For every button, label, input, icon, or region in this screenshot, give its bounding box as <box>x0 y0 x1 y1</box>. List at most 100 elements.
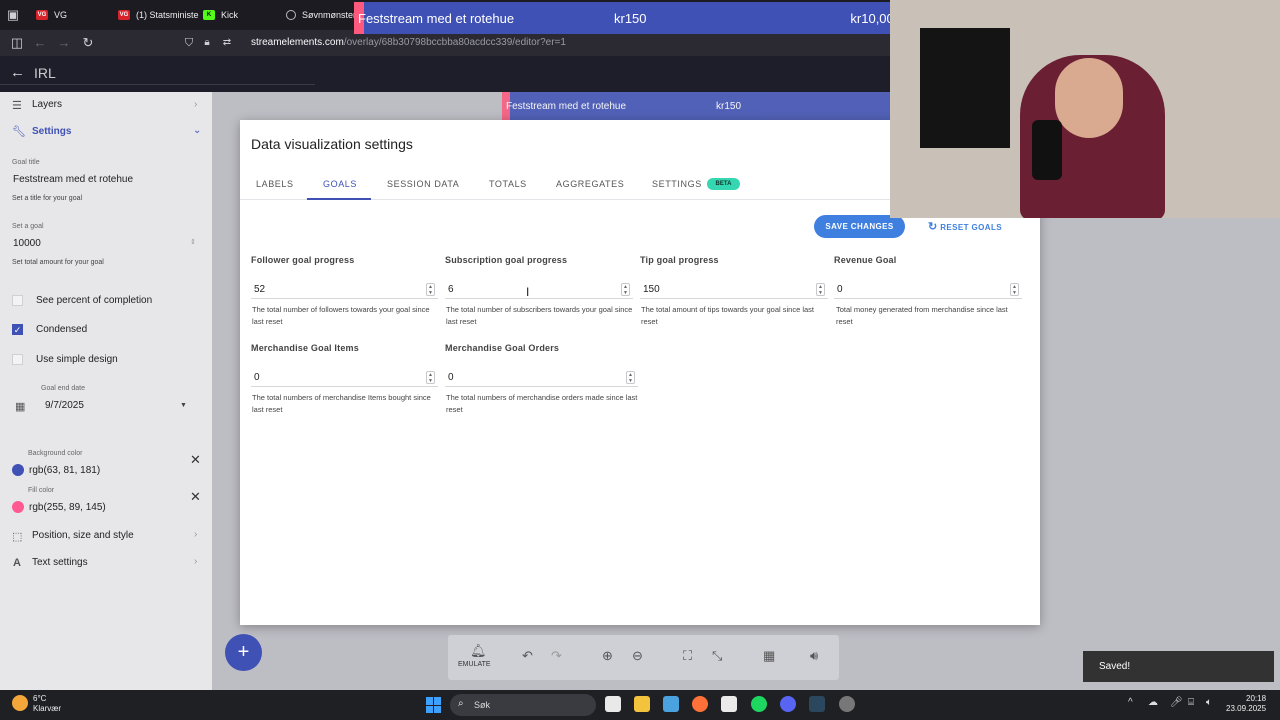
reset-icon: ↻ <box>928 221 938 233</box>
weather-icon[interactable] <box>12 695 28 711</box>
photos-icon[interactable] <box>663 696 679 712</box>
tray-overflow-icon[interactable]: ^ <box>1128 697 1133 708</box>
permissions-icon[interactable]: ⇄ <box>218 34 236 52</box>
undo-icon[interactable]: ↶ <box>522 648 533 664</box>
tab-totals[interactable]: TOTALS <box>489 179 527 189</box>
back-arrow-icon[interactable]: ← <box>31 34 49 52</box>
network-icon[interactable]: ⌸ <box>1188 697 1194 708</box>
speaker-icon[interactable]: 🔈︎ <box>1206 697 1212 708</box>
tab-goals[interactable]: GOALS <box>323 179 357 189</box>
subscription-goal-input[interactable]: 6 ▲ ▼ <box>445 281 633 299</box>
follower-goal-input[interactable]: 52 ▲ ▼ <box>251 281 438 299</box>
tip-goal-input[interactable]: 150 ▲ ▼ <box>640 281 828 299</box>
dialog-title: Data visualization settings <box>251 136 413 152</box>
save-changes-button[interactable]: SAVE CHANGES <box>814 215 905 238</box>
cloud-icon[interactable]: ☁ <box>1148 697 1158 708</box>
browser-tab[interactable]: Søvnmønster o <box>286 5 364 25</box>
clock-date: 23.09.2025 <box>1226 704 1267 713</box>
clear-bg-color-icon[interactable]: ✕ <box>190 452 201 468</box>
position-size-style-item[interactable]: Position, size and style <box>32 530 134 541</box>
app-icon[interactable] <box>839 696 855 712</box>
file-explorer-icon[interactable] <box>634 696 650 712</box>
fullscreen-icon[interactable]: ⛶ <box>683 648 692 664</box>
search-icon: ⌕ <box>458 698 464 709</box>
goal-title-input[interactable]: Feststream med et rotehue <box>13 174 133 185</box>
task-view-icon[interactable] <box>605 696 621 712</box>
search-placeholder: Søk <box>474 700 491 710</box>
tab-aggregates[interactable]: AGGREGATES <box>556 179 624 189</box>
firefox-icon[interactable] <box>692 696 708 712</box>
start-menu-icon[interactable] <box>426 697 442 713</box>
sidebar-toggle-icon[interactable]: ◫ <box>8 34 26 52</box>
volume-icon[interactable]: 🔊︎ <box>810 648 818 664</box>
browser-tab[interactable]: VG (1) Statsministe <box>118 5 199 25</box>
revenue-goal-input[interactable]: 0 ▲ ▼ <box>834 281 1022 299</box>
tab-labels[interactable]: LABELS <box>256 179 294 189</box>
system-clock[interactable]: 20:18 23.09.2025 <box>1226 694 1266 714</box>
simple-design-checkbox[interactable] <box>12 354 23 365</box>
canvas-goal-current: kr150 <box>716 101 742 112</box>
end-date-input[interactable]: 9/7/2025 <box>45 400 84 411</box>
microphone-icon[interactable]: 🎤︎ <box>1170 697 1183 708</box>
dropdown-arrow-icon[interactable]: ▼ <box>180 402 187 409</box>
layers-icon: ☰ <box>12 100 22 112</box>
tab-overview-icon[interactable]: ▣ <box>4 6 22 24</box>
chevron-right-icon: › <box>194 99 198 110</box>
fill-color-swatch[interactable] <box>12 501 24 513</box>
webcam-tv <box>920 28 1010 148</box>
spotify-icon[interactable] <box>751 696 767 712</box>
reload-icon[interactable]: ↻ <box>79 34 97 52</box>
percent-checkbox[interactable] <box>12 295 23 306</box>
bg-color-value[interactable]: rgb(63, 81, 181) <box>29 465 100 476</box>
merch-items-input[interactable]: 0 ▲ ▼ <box>251 369 438 387</box>
fit-screen-icon[interactable]: ⤡ <box>712 648 722 664</box>
chevron-right-icon: › <box>194 556 198 567</box>
settings-item[interactable]: Settings <box>32 126 71 137</box>
number-spinner-icon[interactable]: ▲ ▼ <box>816 283 825 296</box>
number-spinner-icon[interactable]: ▲ ▼ <box>426 371 435 384</box>
browser-tab[interactable]: K Kick <box>203 5 238 25</box>
redo-icon[interactable]: ↷ <box>551 648 562 664</box>
steam-icon[interactable] <box>809 696 825 712</box>
tab-session-data[interactable]: SESSION DATA <box>387 179 459 189</box>
goal-overlay-current: kr150 <box>614 11 647 26</box>
discord-icon[interactable] <box>780 696 796 712</box>
number-spinner-icon[interactable]: ▲ ▼ <box>1010 283 1019 296</box>
number-spinner-icon[interactable]: ▲ ▼ <box>626 371 635 384</box>
tab-settings[interactable]: SETTINGS <box>652 179 702 189</box>
add-widget-button[interactable]: + <box>225 634 262 671</box>
grid-icon[interactable]: ▦ <box>763 648 775 664</box>
browser-tab[interactable]: VG VG <box>36 5 67 25</box>
zoom-out-icon[interactable]: ⊖ <box>632 648 643 664</box>
canvas-goal-widget[interactable]: Feststream med et rotehue kr150 <box>502 92 892 120</box>
fill-color-value[interactable]: rgb(255, 89, 145) <box>29 502 106 513</box>
text-settings-item[interactable]: Text settings <box>32 557 88 568</box>
chevron-down-icon[interactable]: ⌄ <box>193 125 201 136</box>
shield-icon[interactable]: ⛉ <box>180 34 198 52</box>
merch-items-help: The total numbers of merchandise Items b… <box>252 393 431 414</box>
lock-icon[interactable]: 🔒︎ <box>198 34 216 52</box>
bg-color-swatch[interactable] <box>12 464 24 476</box>
merch-orders-input[interactable]: 0 ▲ ▼ <box>445 369 638 387</box>
back-arrow-icon[interactable]: ← <box>10 64 25 81</box>
vg-logo-icon: VG <box>36 10 48 20</box>
url-field[interactable]: streamelements.com/overlay/68b30798bccbb… <box>251 37 566 48</box>
clock-time: 20:18 <box>1246 694 1267 703</box>
bell-icon[interactable]: 🔔︎ <box>470 643 487 659</box>
calendar-icon[interactable]: ▦ <box>15 400 25 413</box>
number-spinner-icon[interactable]: ⇕ <box>190 238 196 246</box>
taskbar-search[interactable]: ⌕ Søk <box>450 694 596 716</box>
emulate-button[interactable]: EMULATE <box>458 661 491 668</box>
clear-fill-color-icon[interactable]: ✕ <box>190 489 201 505</box>
set-goal-input[interactable]: 10000 <box>13 238 41 249</box>
number-spinner-icon[interactable]: ▲ ▼ <box>426 283 435 296</box>
reset-goals-button[interactable]: ↻ RESET GOALS <box>928 220 1002 233</box>
snipping-tool-icon[interactable] <box>721 696 737 712</box>
layers-item[interactable]: Layers <box>32 99 62 110</box>
weather-widget[interactable]: 6°C Klarvær <box>33 694 61 714</box>
revenue-goal-value: 0 <box>837 284 843 295</box>
zoom-in-icon[interactable]: ⊕ <box>602 648 613 664</box>
forward-arrow-icon[interactable]: → <box>55 34 73 52</box>
condensed-checkbox[interactable]: ✓ <box>12 324 23 335</box>
number-spinner-icon[interactable]: ▲ ▼ <box>621 283 630 296</box>
